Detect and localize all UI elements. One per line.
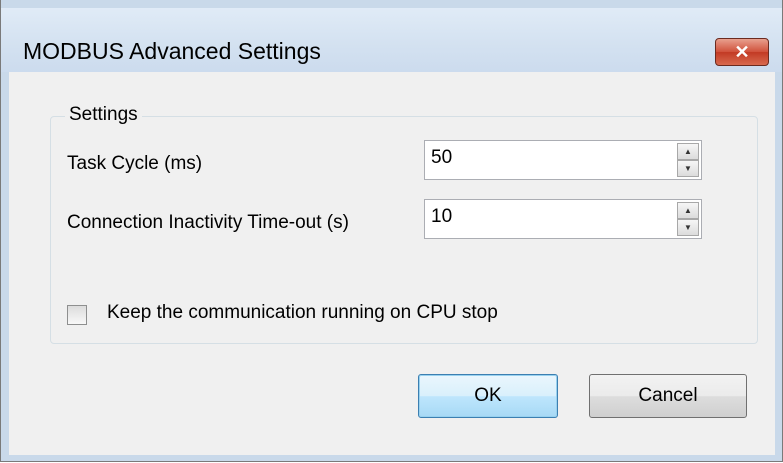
close-button[interactable]: ✕ [715,38,769,66]
ok-button[interactable]: OK [418,374,558,418]
task-cycle-spinner[interactable]: 50 ▲ ▼ [424,140,702,180]
spin-up-button[interactable]: ▲ [677,202,699,219]
spin-down-button[interactable]: ▼ [677,219,699,236]
keep-running-checkbox[interactable] [67,305,87,325]
dialog-title: MODBUS Advanced Settings [23,38,321,64]
connection-timeout-spinner[interactable]: 10 ▲ ▼ [424,199,702,239]
cancel-button[interactable]: Cancel [589,374,747,418]
spin-up-button[interactable]: ▲ [677,143,699,160]
dialog-window: MODBUS Advanced Settings ✕ Settings Task… [0,0,783,462]
task-cycle-value[interactable]: 50 [431,147,452,169]
chevron-up-icon: ▲ [684,205,692,215]
connection-timeout-spin-buttons: ▲ ▼ [677,202,699,236]
connection-timeout-label: Connection Inactivity Time-out (s) [67,212,349,233]
chevron-down-icon: ▼ [684,222,692,232]
task-cycle-label: Task Cycle (ms) [67,153,203,174]
title-bar[interactable]: MODBUS Advanced Settings ✕ [1,8,782,72]
close-icon: ✕ [734,41,750,62]
settings-groupbox: Settings Task Cycle (ms) 50 ▲ ▼ Connecti… [50,104,758,344]
chevron-up-icon: ▲ [684,146,692,156]
connection-timeout-value[interactable]: 10 [431,206,452,228]
dialog-body: Settings Task Cycle (ms) 50 ▲ ▼ Connecti… [9,72,775,455]
spin-down-button[interactable]: ▼ [677,160,699,177]
chevron-down-icon: ▼ [684,163,692,173]
settings-group-label: Settings [65,104,142,126]
keep-running-label[interactable]: Keep the communication running on CPU st… [107,302,498,324]
task-cycle-spin-buttons: ▲ ▼ [677,143,699,177]
